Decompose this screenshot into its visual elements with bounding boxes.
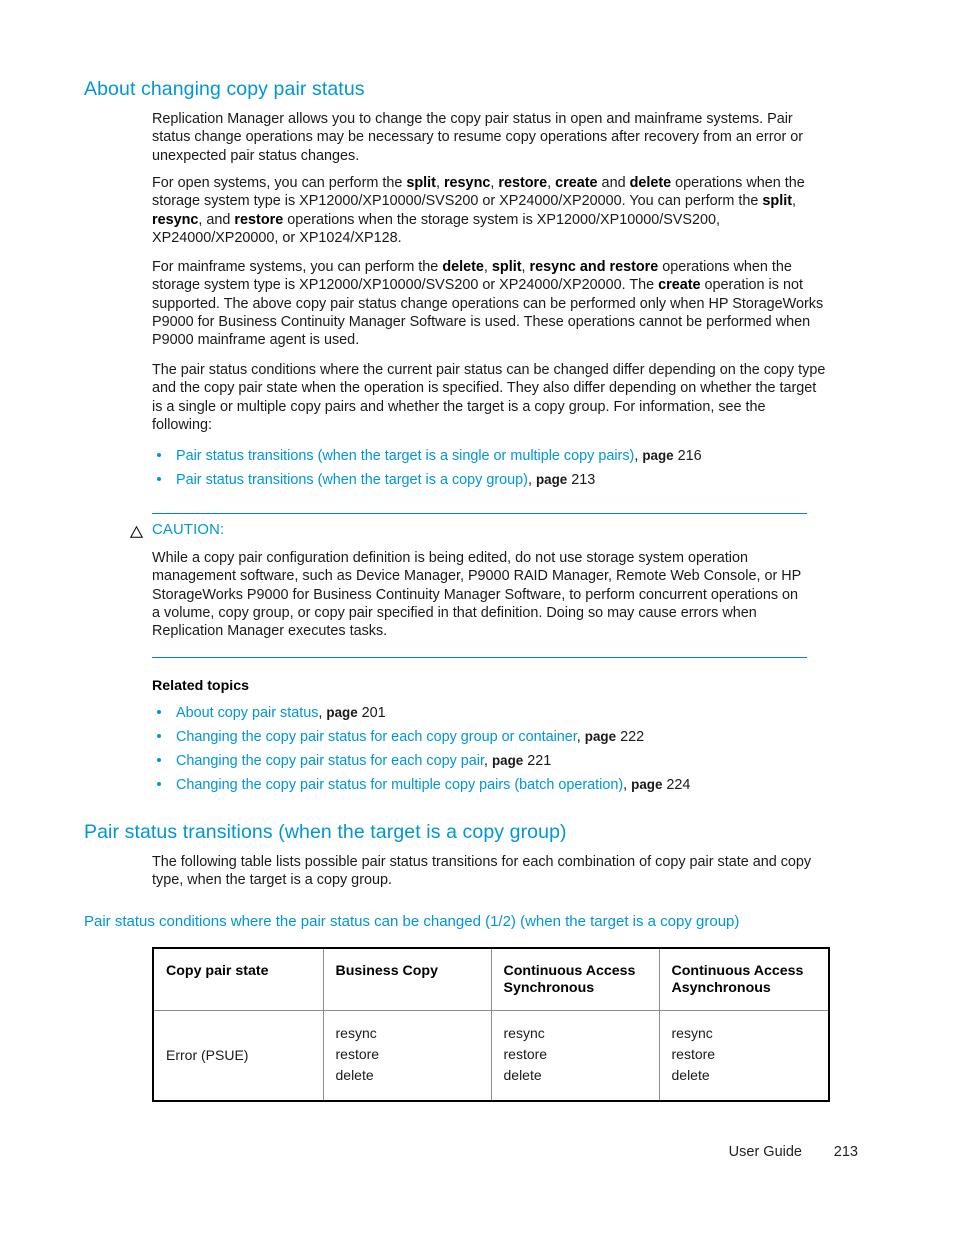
paragraph-open-systems: For open systems, you can perform the sp… [152, 174, 827, 247]
caution-text: While a copy pair configuration definiti… [152, 550, 801, 640]
related-page-label-1: page [584, 729, 617, 744]
footer-guide-label: User Guide [728, 1144, 802, 1160]
caution-top-rule [152, 513, 807, 514]
bullet-dot-icon [157, 710, 161, 714]
paragraph-pair-status-conditions: The pair status conditions where the cur… [152, 362, 826, 433]
related-page-label-3: page [631, 777, 663, 792]
caution-bottom-rule [152, 657, 807, 659]
p2-bold-split-2: split [762, 193, 793, 210]
link-changing-status-multiple-copy-pairs-batch[interactable]: Changing the copy pair status for multip… [176, 777, 623, 793]
related-page-number-2: 221 [527, 753, 552, 769]
heading-pair-status-transitions-copy-group: Pair status transitions (when the target… [84, 821, 567, 843]
related-page-number-1: 222 [620, 729, 645, 745]
list-item[interactable]: Changing the copy pair status for multip… [152, 773, 832, 797]
caution-box: CAUTION: While a copy pair configuration… [129, 513, 807, 659]
caution-header: CAUTION: [129, 522, 807, 546]
pair-status-conditions-table: Copy pair state Business Copy Continuous… [152, 947, 830, 1102]
related-page-label-0: page [326, 705, 358, 720]
p2-bold-split: split [406, 175, 436, 191]
see-also-page-label-1: page [535, 472, 568, 487]
p3-bold-create: create [658, 277, 701, 294]
p2-bold-resync: resync [443, 175, 491, 191]
column-header-continuous-access-asynchronous: Continuous Access Asynchronous [658, 948, 829, 1011]
operation-resync: resync [671, 1025, 713, 1041]
see-also-page-number-1: 213 [571, 472, 596, 488]
link-changing-status-copy-group-or-container[interactable]: Changing the copy pair status for each c… [176, 729, 577, 745]
operation-restore: restore [671, 1046, 716, 1062]
operation-resync: resync [503, 1025, 545, 1041]
list-item[interactable]: Changing the copy pair status for each c… [152, 749, 832, 773]
related-topics-title: Related topics [152, 678, 249, 694]
list-item[interactable]: About copy pair status, page 201 [152, 701, 832, 725]
related-separator-3: , [623, 777, 632, 793]
operation-restore: restore [335, 1046, 380, 1062]
list-item[interactable]: Pair status transitions (when the target… [152, 468, 832, 492]
list-item[interactable]: Pair status transitions (when the target… [152, 444, 832, 468]
p2-text-c3: , [547, 175, 556, 191]
operation-resync: resync [335, 1025, 377, 1041]
bullet-dot-icon [157, 734, 161, 738]
related-separator-2: , [484, 753, 492, 769]
column-header-business-copy: Business Copy [322, 948, 492, 1011]
heading-about-changing-copy-pair-status: About changing copy pair status [84, 78, 365, 100]
bullet-dot-icon [157, 758, 161, 762]
link-pair-status-transitions-copy-group[interactable]: Pair status transitions (when the target… [176, 472, 528, 488]
p2-text-c6: , [792, 193, 797, 210]
operation-delete: delete [335, 1067, 374, 1083]
related-page-number-3: 224 [666, 777, 691, 793]
p3-text-a: For mainframe systems, you can perform t… [152, 259, 443, 275]
related-page-label-2: page [492, 753, 524, 768]
operation-restore: restore [503, 1046, 548, 1062]
paragraph-intro: Replication Manager allows you to change… [152, 111, 804, 164]
cell-continuous-access-synchronous: resync restore delete [490, 1010, 660, 1101]
table-caption: Pair status conditions where the pair st… [84, 913, 740, 930]
cell-copy-pair-state: Error (PSUE) [153, 1010, 324, 1101]
link-about-copy-pair-status[interactable]: About copy pair status [176, 705, 318, 721]
related-topics-list: About copy pair status, page 201 Changin… [152, 701, 832, 797]
operation-delete: delete [503, 1067, 542, 1083]
document-page: About changing copy pair status Replicat… [0, 0, 954, 1235]
p2-bold-restore: restore [498, 175, 548, 191]
table-header-row: Copy pair state Business Copy Continuous… [153, 948, 829, 1011]
list-item[interactable]: Changing the copy pair status for each c… [152, 725, 832, 749]
warning-triangle-icon [129, 525, 144, 538]
see-also-page-number-0: 216 [677, 448, 702, 464]
table-row: Error (PSUE) resync restore delete resyn… [153, 1010, 829, 1101]
p3-bold-delete: delete [442, 259, 484, 275]
p3-text-c2: , [521, 259, 530, 275]
p3-bold-split: split [491, 259, 522, 275]
p2-text-c7: , and [198, 211, 235, 228]
p2-bold-restore-2: restore [234, 211, 284, 228]
bullet-dot-icon [157, 782, 161, 786]
cell-continuous-access-asynchronous: resync restore delete [658, 1010, 829, 1101]
p2-text-c1: , [435, 175, 444, 191]
cell-business-copy: resync restore delete [322, 1010, 492, 1101]
see-also-separator-1: , [527, 472, 536, 488]
p2-bold-create: create [555, 175, 598, 191]
p2-text-c4: and [597, 175, 630, 191]
caution-label: CAUTION: [152, 522, 225, 538]
p3-bold-resync-restore: resync and restore [529, 259, 659, 275]
p2-bold-delete: delete [629, 175, 672, 191]
p3-text-c1: , [483, 259, 492, 275]
page-footer: User Guide 213 [0, 1144, 954, 1166]
column-header-copy-pair-state: Copy pair state [153, 948, 324, 1011]
p2-text-a: For open systems, you can perform the [152, 175, 407, 191]
paragraph-table-intro: The following table lists possible pair … [152, 854, 812, 889]
footer-page-number: 213 [833, 1144, 858, 1160]
see-also-page-label-0: page [642, 448, 674, 463]
paragraph-mainframe-systems: For mainframe systems, you can perform t… [152, 258, 827, 349]
link-pair-status-transitions-single-multiple[interactable]: Pair status transitions (when the target… [176, 448, 634, 464]
bullet-dot-icon [157, 453, 161, 457]
related-separator-1: , [576, 729, 585, 745]
related-page-number-0: 201 [361, 705, 386, 721]
link-changing-status-each-copy-pair[interactable]: Changing the copy pair status for each c… [176, 753, 484, 769]
bullet-dot-icon [157, 477, 161, 481]
column-header-continuous-access-synchronous: Continuous Access Synchronous [490, 948, 660, 1011]
operation-delete: delete [671, 1067, 710, 1083]
see-also-list: Pair status transitions (when the target… [152, 444, 832, 492]
p2-bold-resync-2: resync [152, 211, 199, 228]
